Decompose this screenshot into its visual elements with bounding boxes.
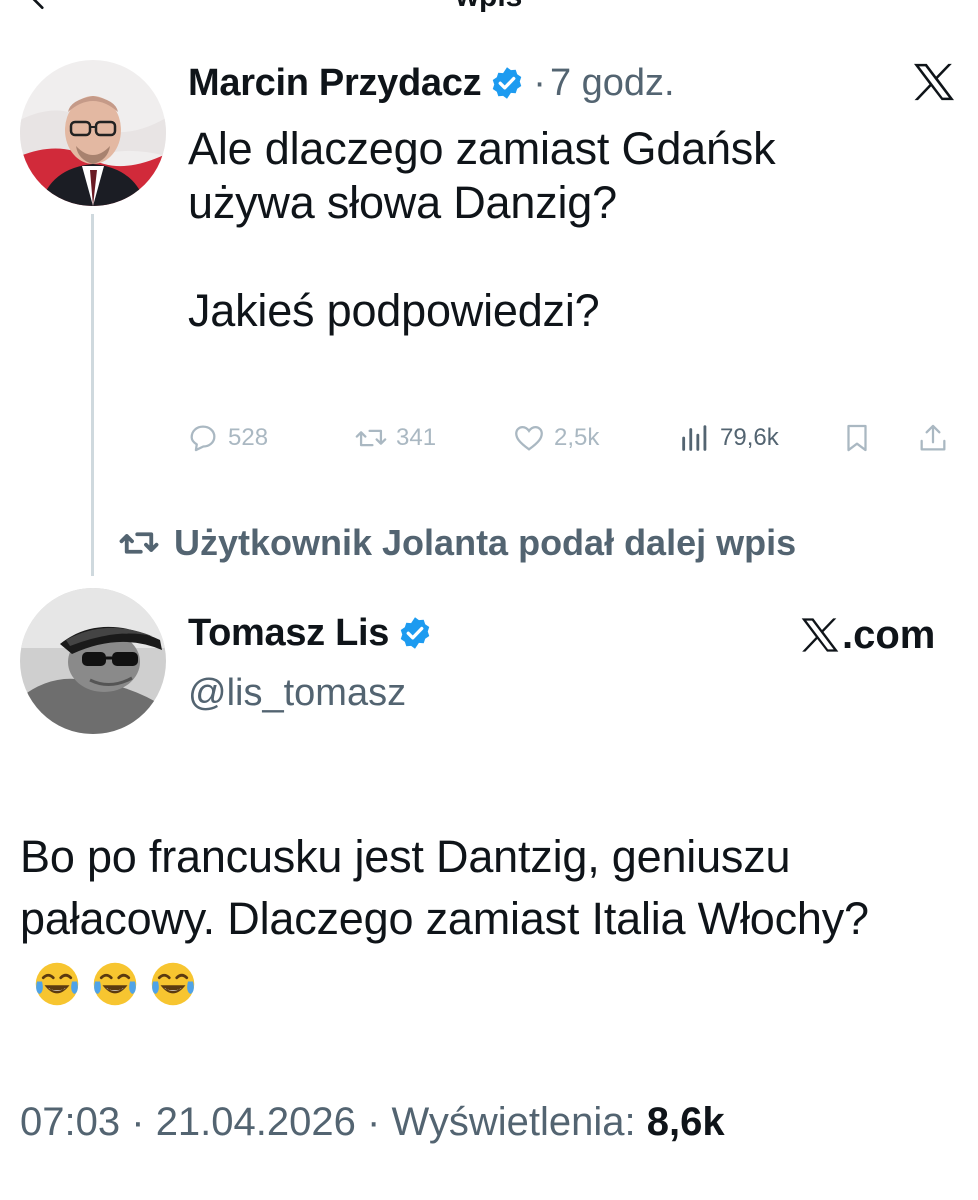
views-count: 79,6k [720, 424, 779, 451]
meta-date: 21.04.2026 [155, 1100, 356, 1144]
repost-label: Użytkownik Jolanta podał dalej wpis [174, 522, 797, 563]
meta-views-count[interactable]: 8,6k [647, 1100, 725, 1144]
meta-views-label: Wyświetlenia: [391, 1100, 636, 1144]
emoji-tears-of-joy-icon [35, 962, 79, 1006]
avatar-image [20, 588, 166, 734]
reply-icon [190, 425, 216, 452]
views-icon [682, 425, 707, 451]
top-header: wpis [0, 0, 978, 14]
avatar-image [20, 60, 166, 206]
tweet-time[interactable]: 7 godz. [550, 62, 675, 105]
retweet-count: 341 [396, 424, 437, 451]
separator-dot: · [533, 61, 546, 104]
x-logo-icon [801, 618, 839, 652]
tweet2-body: Bo po francusku jest Dantzig, geniuszu p… [20, 831, 869, 944]
reply-button[interactable]: 528 [186, 418, 268, 458]
repost-indicator[interactable]: Użytkownik Jolanta podał dalej wpis [118, 518, 796, 568]
author-name[interactable]: Tomasz Lis [188, 612, 389, 655]
meta-time: 07:03 [20, 1100, 121, 1144]
meta-separator: · [131, 1100, 145, 1144]
source-label[interactable]: .com [800, 610, 935, 660]
tweet1-actions: 528 341 2,5k 79,6k [186, 418, 956, 458]
share-icon [920, 424, 946, 451]
thread-connector [91, 214, 94, 576]
verified-badge-icon [493, 67, 522, 99]
like-icon [515, 425, 543, 451]
retweet-icon [355, 429, 387, 447]
avatar[interactable] [20, 60, 166, 206]
source-text: .com [842, 612, 936, 657]
author-name[interactable]: Marcin Przydacz [188, 62, 482, 105]
author-handle[interactable]: @lis_tomasz [188, 672, 406, 715]
retweet-icon [119, 532, 159, 554]
tweet1-header: Marcin Przydacz · 7 godz. [188, 58, 675, 108]
bookmark-button[interactable] [840, 418, 874, 458]
tweet2-text: Bo po francusku jest Dantzig, geniuszu p… [20, 826, 960, 1012]
like-button[interactable]: 2,5k [512, 418, 599, 458]
x-logo-icon[interactable] [912, 62, 956, 102]
emoji-tears-of-joy-icon [151, 962, 195, 1006]
retweet-button[interactable]: 341 [354, 418, 436, 458]
bookmark-icon [847, 424, 867, 452]
tweet-screen: wpis Marcin Przydacz · 7 godz. [0, 0, 978, 1200]
page-title: wpis [0, 0, 978, 14]
like-count: 2,5k [554, 424, 600, 451]
verified-badge-icon [400, 617, 430, 649]
tweet2-header: Tomasz Lis [188, 608, 433, 658]
views-button[interactable]: 79,6k [678, 418, 779, 458]
tweet-meta: 07:03 · 21.04.2026 · Wyświetlenia: 8,6k [20, 1100, 725, 1145]
meta-separator: · [367, 1100, 381, 1144]
emoji-group [32, 959, 198, 1009]
reply-count: 528 [228, 424, 269, 451]
tweet1-text: Ale dlaczego zamiast Gdańsk używa słowa … [188, 123, 776, 336]
share-button[interactable] [916, 418, 950, 458]
avatar[interactable] [20, 588, 166, 734]
emoji-tears-of-joy-icon [93, 962, 137, 1006]
